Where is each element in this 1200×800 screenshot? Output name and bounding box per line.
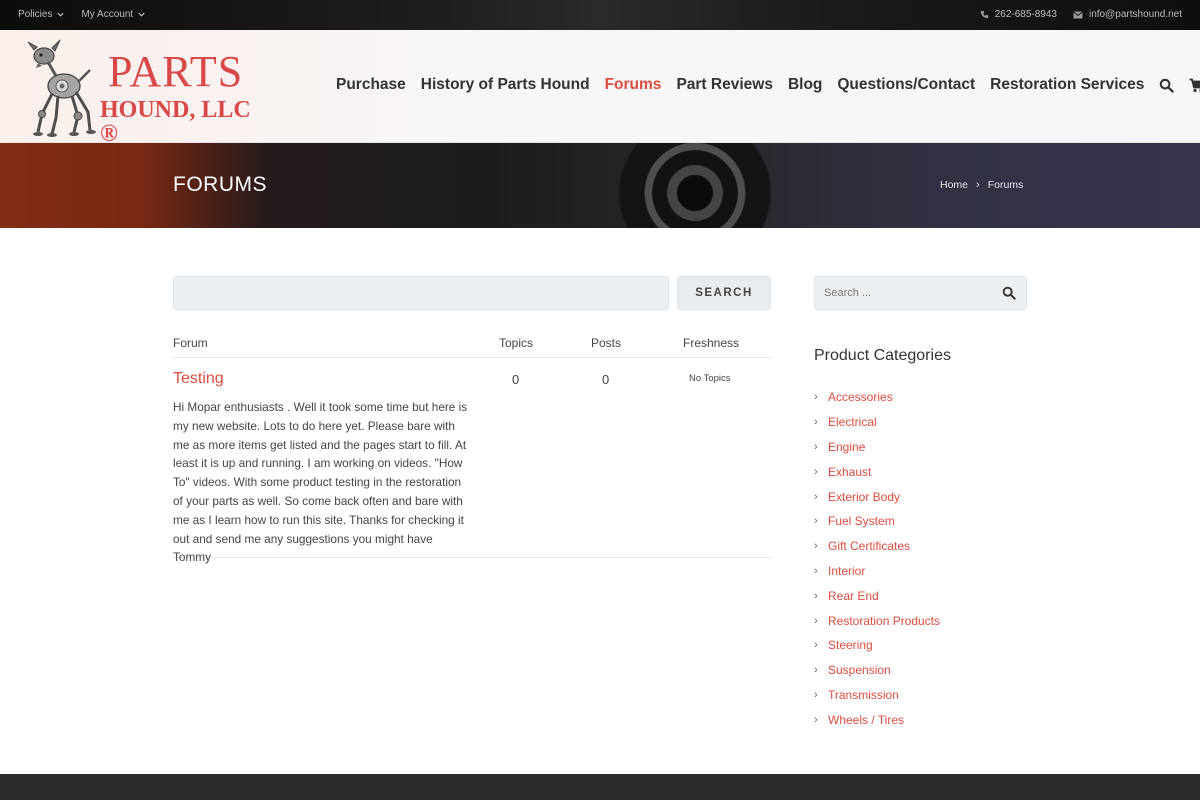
category-item[interactable]: › Exhaust	[814, 459, 940, 484]
forum-search-input[interactable]	[173, 276, 669, 310]
breadcrumb-current: Forums	[987, 179, 1024, 191]
breadcrumb-home[interactable]: Home	[940, 179, 968, 191]
page-title: FORUMS	[173, 173, 267, 196]
envelope-icon	[1073, 10, 1083, 18]
top-right-contact: 262-685-8943 info@partshound.net	[980, 9, 1182, 20]
my-account-label: My Account	[81, 9, 134, 20]
chevron-right-icon: ›	[814, 664, 818, 677]
phone-number: 262-685-8943	[994, 9, 1057, 20]
chevron-right-icon: ›	[814, 564, 818, 577]
sidebar-search-input[interactable]	[815, 277, 995, 309]
freshness-value: No Topics	[689, 373, 731, 384]
topics-count: 0	[512, 372, 520, 387]
category-item[interactable]: › Gift Certificates	[814, 534, 940, 559]
logo-text-parts: PARTS	[108, 47, 244, 96]
chevron-right-icon: ›	[814, 713, 818, 726]
category-item[interactable]: › Interior	[814, 559, 940, 584]
nav-history[interactable]: History of Parts Hound	[421, 76, 590, 94]
chevron-right-icon: ›	[814, 639, 818, 652]
phone-contact[interactable]: 262-685-8943	[980, 9, 1057, 20]
policies-label: Policies	[18, 9, 53, 20]
chevron-right-icon: ›	[976, 179, 980, 191]
cart-button[interactable]	[1189, 78, 1200, 93]
forum-search: SEARCH	[173, 276, 771, 310]
category-label: Steering	[828, 638, 873, 653]
nav-blog[interactable]: Blog	[788, 76, 822, 94]
main-navigation: Purchase History of Parts Hound Forums P…	[336, 76, 1200, 94]
search-icon	[1002, 286, 1016, 300]
chevron-right-icon: ›	[814, 465, 818, 478]
top-utility-bar: Policies My Account 262-685-8943 info@pa…	[0, 0, 1200, 30]
category-item[interactable]: › Electrical	[814, 410, 940, 435]
page-banner: FORUMS Home › Forums	[0, 143, 1200, 228]
category-item[interactable]: › Exterior Body	[814, 484, 940, 509]
forum-table: Forum Topics Posts Freshness Testing 0 0…	[173, 336, 771, 580]
category-item[interactable]: › Steering	[814, 633, 940, 658]
chevron-right-icon: ›	[814, 540, 818, 553]
nav-purchase[interactable]: Purchase	[336, 76, 406, 94]
nav-forums[interactable]: Forums	[605, 76, 662, 94]
top-left-menu: Policies My Account	[18, 9, 146, 20]
chevron-down-icon	[57, 12, 65, 17]
category-label: Wheels / Tires	[828, 712, 905, 727]
email-contact[interactable]: info@partshound.net	[1073, 9, 1182, 20]
nav-questions-contact[interactable]: Questions/Contact	[837, 76, 975, 94]
posts-count: 0	[602, 372, 610, 387]
phone-icon	[980, 10, 988, 19]
product-categories-list: › Accessories › Electrical › Engine › Exhaus…	[814, 385, 940, 732]
chevron-right-icon: ›	[814, 490, 818, 503]
policies-menu[interactable]: Policies	[18, 9, 65, 20]
my-account-menu[interactable]: My Account	[81, 9, 146, 20]
category-item[interactable]: › Rear End	[814, 583, 940, 608]
chevron-down-icon	[138, 12, 145, 17]
category-item[interactable]: › Wheels / Tires	[814, 707, 940, 732]
category-item[interactable]: › Accessories	[814, 385, 940, 410]
nav-restoration-services[interactable]: Restoration Services	[990, 76, 1144, 94]
category-label: Gift Certificates	[828, 539, 911, 554]
category-label: Exhaust	[828, 464, 872, 479]
category-item[interactable]: › Restoration Products	[814, 608, 940, 633]
chevron-right-icon: ›	[814, 688, 818, 701]
robot-dog-logo-icon	[27, 39, 96, 137]
chevron-right-icon: ›	[814, 416, 818, 429]
chevron-right-icon: ›	[814, 589, 818, 602]
logo-text-hound-llc: HOUND, LLC ®	[100, 97, 251, 147]
category-item[interactable]: › Fuel System	[814, 509, 940, 534]
forum-description: Hi Mopar enthusiasts . Well it took some…	[173, 400, 468, 565]
category-label: Electrical	[828, 415, 877, 430]
nav-part-reviews[interactable]: Part Reviews	[676, 76, 773, 94]
chevron-right-icon: ›	[814, 391, 818, 404]
site-logo[interactable]: PARTS HOUND, LLC ®	[14, 36, 274, 146]
sidebar-search	[814, 276, 1027, 310]
category-label: Rear End	[828, 588, 879, 603]
shopping-cart-icon	[1189, 78, 1200, 92]
site-header: PARTS HOUND, LLC ® Purchase History of P…	[0, 30, 1200, 146]
category-label: Interior	[828, 563, 866, 578]
category-label: Fuel System	[828, 514, 895, 529]
site-footer	[0, 774, 1200, 800]
category-item[interactable]: › Transmission	[814, 683, 940, 708]
breadcrumb: Home › Forums	[940, 179, 1023, 191]
chevron-right-icon: ›	[814, 515, 818, 528]
category-item[interactable]: › Suspension	[814, 658, 940, 683]
header-search-button[interactable]	[1159, 78, 1175, 93]
chevron-right-icon: ›	[814, 440, 818, 453]
forum-search-button[interactable]: SEARCH	[677, 276, 771, 310]
category-label: Suspension	[828, 663, 891, 678]
category-label: Restoration Products	[828, 613, 941, 628]
category-label: Exterior Body	[828, 489, 901, 504]
category-label: Transmission	[828, 687, 899, 702]
email-address: info@partshound.net	[1089, 9, 1182, 20]
search-icon	[1160, 78, 1175, 93]
table-row: Testing 0 0 No Topics Hi Mopar enthusias…	[173, 336, 771, 564]
chevron-right-icon: ›	[814, 614, 818, 627]
category-item[interactable]: › Engine	[814, 435, 940, 460]
product-categories-heading: Product Categories	[814, 347, 951, 364]
forum-link-testing[interactable]: Testing	[173, 370, 224, 388]
category-label: Engine	[828, 439, 866, 454]
sidebar-search-button[interactable]	[1002, 286, 1016, 305]
category-label: Accessories	[828, 390, 893, 405]
